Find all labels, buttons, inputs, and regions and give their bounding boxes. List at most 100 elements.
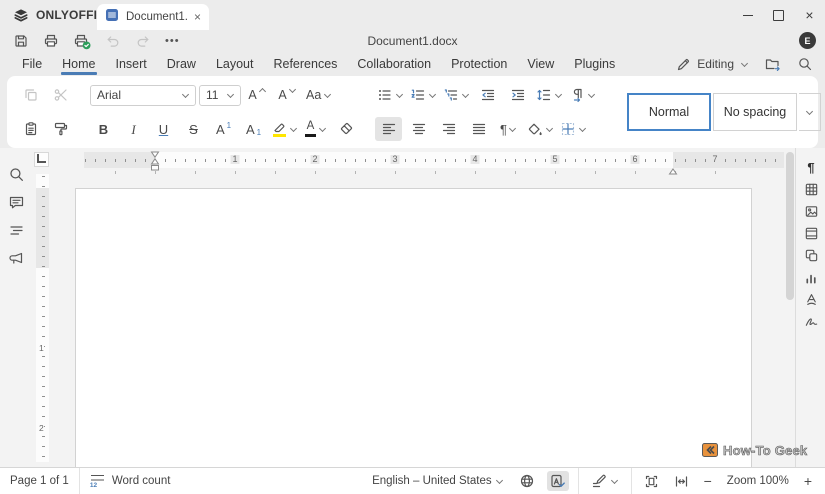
maximize-button[interactable]: [763, 0, 794, 30]
decrease-indent-button[interactable]: [474, 83, 501, 107]
avatar[interactable]: E: [799, 32, 816, 49]
search-icon: [797, 56, 813, 72]
tab-file[interactable]: File: [12, 52, 52, 76]
shape-settings-button[interactable]: [802, 248, 820, 263]
search-icon: [8, 166, 25, 183]
word-count-button[interactable]: 12 Word count: [80, 468, 181, 494]
vertical-scrollbar[interactable]: [786, 152, 794, 458]
tab-collaboration[interactable]: Collaboration: [347, 52, 441, 76]
document-tab[interactable]: Document1.d... ×: [97, 4, 209, 30]
spell-check-button[interactable]: [547, 471, 569, 491]
tab-references[interactable]: References: [263, 52, 347, 76]
font-color-button[interactable]: A: [302, 117, 329, 141]
text-art-settings-button[interactable]: [802, 292, 820, 307]
superscript-button[interactable]: A1: [210, 117, 237, 141]
indent-marker[interactable]: [151, 151, 160, 176]
increase-indent-button[interactable]: [504, 83, 531, 107]
open-file-location-button[interactable]: [764, 56, 781, 72]
minus-icon: −: [704, 474, 712, 488]
zoom-value[interactable]: Zoom 100%: [724, 471, 792, 491]
search-button[interactable]: [797, 56, 813, 72]
paste-button[interactable]: [17, 117, 44, 141]
horizontal-ruler[interactable]: 1 2 3 4 5 6 7: [84, 152, 784, 168]
tab-close-icon[interactable]: ×: [194, 11, 201, 23]
borders-button[interactable]: [558, 117, 588, 141]
workspace: 1 2 3 4 5 6 7 1 2 ¶: [0, 148, 825, 467]
document-page[interactable]: [75, 188, 752, 467]
line-spacing-button[interactable]: [534, 83, 564, 107]
minimize-button[interactable]: [732, 0, 763, 30]
change-case-button[interactable]: Aa: [304, 83, 333, 107]
fit-to-page-button[interactable]: [641, 471, 662, 491]
find-panel-button[interactable]: [6, 164, 26, 184]
tab-draw[interactable]: Draw: [157, 52, 206, 76]
paragraph-direction-button[interactable]: [567, 83, 597, 107]
track-changes-button[interactable]: [588, 471, 622, 491]
tab-plugins[interactable]: Plugins: [564, 52, 625, 76]
chart-settings-button[interactable]: [802, 270, 820, 285]
copy-button[interactable]: [17, 83, 44, 107]
comments-panel-button[interactable]: [6, 192, 26, 212]
close-button[interactable]: ×: [794, 0, 825, 30]
cut-button[interactable]: [47, 83, 74, 107]
align-center-button[interactable]: [405, 117, 432, 141]
redo-button[interactable]: [135, 33, 151, 49]
increase-font-button[interactable]: A: [244, 83, 271, 107]
set-document-language-button[interactable]: [516, 471, 538, 491]
right-indent-marker[interactable]: [669, 162, 678, 180]
align-right-button[interactable]: [435, 117, 462, 141]
bold-button[interactable]: B: [90, 117, 117, 141]
window-controls: ×: [732, 0, 825, 30]
numbering-button[interactable]: [408, 83, 438, 107]
strikethrough-button[interactable]: S: [180, 117, 207, 141]
table-settings-button[interactable]: [802, 182, 820, 197]
headings-panel-button[interactable]: [6, 220, 26, 240]
page-indicator[interactable]: Page 1 of 1: [0, 468, 79, 494]
style-no-spacing[interactable]: No spacing: [713, 93, 797, 131]
tab-view[interactable]: View: [517, 52, 564, 76]
styles-expand-button[interactable]: [799, 93, 821, 131]
image-settings-button[interactable]: [802, 204, 820, 219]
zoom-in-button[interactable]: +: [801, 471, 815, 491]
justify-button[interactable]: [465, 117, 492, 141]
highlight-color-button[interactable]: [270, 117, 299, 141]
font-size-select[interactable]: 11: [199, 85, 241, 106]
editing-mode-button[interactable]: Editing: [676, 57, 748, 72]
underline-button[interactable]: U: [150, 117, 177, 141]
signature-settings-button[interactable]: [802, 314, 820, 329]
nonprinting-characters-button[interactable]: ¶: [495, 117, 522, 141]
style-normal[interactable]: Normal: [627, 93, 711, 131]
quick-print-button[interactable]: [73, 33, 91, 50]
document-tab-icon: [105, 8, 119, 27]
paragraph-settings-button[interactable]: ¶: [802, 160, 820, 175]
language-select[interactable]: English – United States: [369, 471, 507, 491]
copy-style-icon: [53, 121, 69, 137]
bullets-button[interactable]: [375, 83, 405, 107]
font-size-value: 11: [206, 88, 218, 102]
feedback-button[interactable]: [6, 248, 26, 268]
align-left-button[interactable]: [375, 117, 402, 141]
print-button[interactable]: [43, 33, 59, 49]
italic-button[interactable]: I: [120, 117, 147, 141]
header-footer-settings-button[interactable]: [802, 226, 820, 241]
undo-button[interactable]: [105, 33, 121, 49]
clear-style-button[interactable]: [332, 117, 359, 141]
zoom-out-button[interactable]: −: [701, 471, 715, 491]
multilevel-list-button[interactable]: [441, 83, 471, 107]
shading-button[interactable]: [525, 117, 555, 141]
tab-stop-selector[interactable]: [34, 152, 49, 167]
chevron-down-icon: [806, 109, 814, 116]
subscript-button[interactable]: A1: [240, 117, 267, 141]
vertical-ruler[interactable]: 1 2: [36, 174, 49, 462]
save-button[interactable]: [13, 33, 29, 49]
scrollbar-thumb[interactable]: [786, 152, 794, 300]
tab-home[interactable]: Home: [52, 52, 105, 76]
tab-insert[interactable]: Insert: [106, 52, 157, 76]
copy-style-button[interactable]: [47, 117, 74, 141]
decrease-font-button[interactable]: A: [274, 83, 301, 107]
tab-protection[interactable]: Protection: [441, 52, 517, 76]
font-name-select[interactable]: Arial: [90, 85, 196, 106]
fit-to-width-button[interactable]: [671, 471, 692, 491]
customize-toolbar-button[interactable]: •••: [165, 35, 180, 47]
tab-layout[interactable]: Layout: [206, 52, 264, 76]
